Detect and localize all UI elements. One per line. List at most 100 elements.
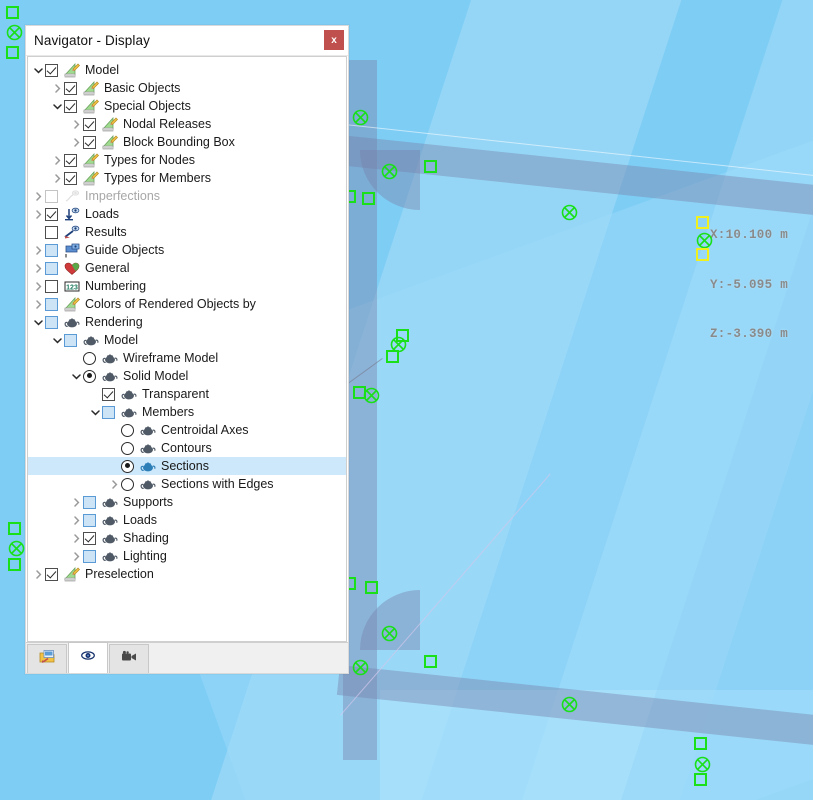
tree-item-nodal-releases[interactable]: Nodal Releases (28, 115, 346, 133)
tree-item-sections-with-edges[interactable]: Sections with Edges (28, 475, 346, 493)
teapot-icon (101, 350, 118, 366)
tree-item-shading[interactable]: Shading (28, 529, 346, 547)
tree-item-solid-model[interactable]: Solid Model (28, 367, 346, 385)
tree-item-checkbox[interactable] (64, 100, 77, 113)
chevron-right-icon[interactable] (31, 259, 45, 277)
tree-item-loads[interactable]: Loads (28, 511, 346, 529)
display-navigator-tab[interactable] (68, 642, 108, 673)
chevron-right-icon[interactable] (69, 529, 83, 547)
chevron-down-icon[interactable] (31, 313, 45, 331)
tree-item-colors-of-rendered-objects-by[interactable]: Colors of Rendered Objects by (28, 295, 346, 313)
node-marker (362, 192, 375, 205)
chevron-down-icon[interactable] (88, 403, 102, 421)
chevron-right-icon[interactable] (50, 169, 64, 187)
tree-item-numbering[interactable]: 123Numbering (28, 277, 346, 295)
tree-item-members[interactable]: Members (28, 403, 346, 421)
chevron-right-icon[interactable] (31, 205, 45, 223)
views-navigator-tab[interactable] (109, 644, 149, 673)
tree-item-centroidal-axes[interactable]: Centroidal Axes (28, 421, 346, 439)
tree-item-model[interactable]: Model (28, 331, 346, 349)
tree-item-checkbox[interactable] (83, 136, 96, 149)
tree-item-checkbox[interactable] (45, 298, 58, 311)
tree-item-checkbox[interactable] (83, 550, 96, 563)
navigator-tab-strip[interactable] (26, 642, 348, 673)
tree-item-radio[interactable] (121, 442, 134, 455)
tree-item-radio[interactable] (121, 460, 134, 473)
tree-item-types-for-members[interactable]: Types for Members (28, 169, 346, 187)
chevron-right-icon[interactable] (31, 241, 45, 259)
tree-item-radio[interactable] (121, 424, 134, 437)
tree-item-sections[interactable]: Sections (28, 457, 346, 475)
window-titlebar[interactable]: Navigator - Display x (26, 26, 348, 56)
project-navigator-tab[interactable] (27, 644, 67, 673)
chevron-right-icon[interactable] (69, 511, 83, 529)
tree-item-imperfections[interactable]: Imperfections (28, 187, 346, 205)
chevron-right-icon[interactable] (31, 277, 45, 295)
chevron-down-icon[interactable] (69, 367, 83, 385)
tree-item-loads[interactable]: Loads (28, 205, 346, 223)
chevron-right-icon[interactable] (69, 115, 83, 133)
chevron-right-icon[interactable] (50, 151, 64, 169)
tree-item-checkbox[interactable] (45, 316, 58, 329)
tree-item-checkbox[interactable] (83, 514, 96, 527)
tree-item-special-objects[interactable]: Special Objects (28, 97, 346, 115)
tree-item-checkbox[interactable] (45, 64, 58, 77)
chevron-right-icon[interactable] (31, 295, 45, 313)
tree-item-results[interactable]: Results (28, 223, 346, 241)
tree-item-checkbox[interactable] (64, 82, 77, 95)
chevron-down-icon[interactable] (50, 331, 64, 349)
chevron-right-icon[interactable] (31, 565, 45, 583)
tree-item-label: Preselection (84, 567, 154, 581)
tree-item-checkbox[interactable] (45, 262, 58, 275)
navigator-display-window[interactable]: Navigator - Display x ModelBasic Objects… (25, 25, 349, 674)
tree-item-checkbox[interactable] (64, 172, 77, 185)
tree-item-basic-objects[interactable]: Basic Objects (28, 79, 346, 97)
tree-item-label: Numbering (84, 279, 146, 293)
tree-item-checkbox[interactable] (102, 388, 115, 401)
tree-item-checkbox[interactable] (83, 496, 96, 509)
display-tree[interactable]: ModelBasic ObjectsSpecial ObjectsNodal R… (28, 57, 346, 583)
navigator-tree-panel[interactable]: ModelBasic ObjectsSpecial ObjectsNodal R… (27, 56, 347, 642)
tree-item-checkbox[interactable] (45, 280, 58, 293)
tree-item-label: Colors of Rendered Objects by (84, 297, 256, 311)
tree-item-checkbox[interactable] (45, 190, 58, 203)
tree-item-checkbox[interactable] (102, 406, 115, 419)
tree-item-checkbox[interactable] (83, 118, 96, 131)
tree-item-contours[interactable]: Contours (28, 439, 346, 457)
tree-item-rendering[interactable]: Rendering (28, 313, 346, 331)
tree-item-supports[interactable]: Supports (28, 493, 346, 511)
tree-item-checkbox[interactable] (45, 568, 58, 581)
tree-item-wireframe-model[interactable]: Wireframe Model (28, 349, 346, 367)
nodal-release-marker (694, 756, 711, 773)
chevron-right-icon[interactable] (69, 133, 83, 151)
tree-item-radio[interactable] (83, 352, 96, 365)
chevron-right-icon[interactable] (31, 187, 45, 205)
tree-item-guide-objects[interactable]: Guide Objects (28, 241, 346, 259)
chevron-right-icon[interactable] (69, 547, 83, 565)
close-button[interactable]: x (324, 30, 344, 50)
chevron-right-icon[interactable] (107, 475, 121, 493)
tree-item-general[interactable]: General (28, 259, 346, 277)
tree-item-checkbox[interactable] (83, 532, 96, 545)
nodal-release-marker (381, 625, 398, 642)
tree-item-checkbox[interactable] (45, 208, 58, 221)
tree-item-types-for-nodes[interactable]: Types for Nodes (28, 151, 346, 169)
tree-item-checkbox[interactable] (64, 334, 77, 347)
tree-item-radio[interactable] (83, 370, 96, 383)
tree-item-model[interactable]: Model (28, 61, 346, 79)
tree-item-radio[interactable] (121, 478, 134, 491)
tree-item-checkbox[interactable] (45, 226, 58, 239)
chevron-down-icon[interactable] (50, 97, 64, 115)
chevron-right-icon[interactable] (69, 493, 83, 511)
tree-item-checkbox[interactable] (64, 154, 77, 167)
chevron-right-icon[interactable] (50, 79, 64, 97)
chevron-down-icon[interactable] (31, 61, 45, 79)
tree-item-transparent[interactable]: Transparent (28, 385, 346, 403)
tree-item-block-bounding-box[interactable]: Block Bounding Box (28, 133, 346, 151)
ruler-pencil-icon (82, 152, 99, 168)
tree-item-lighting[interactable]: Lighting (28, 547, 346, 565)
tree-item-preselection[interactable]: Preselection (28, 565, 346, 583)
folder-arrow-icon (39, 649, 55, 669)
teapot-icon (101, 512, 118, 528)
tree-item-checkbox[interactable] (45, 244, 58, 257)
